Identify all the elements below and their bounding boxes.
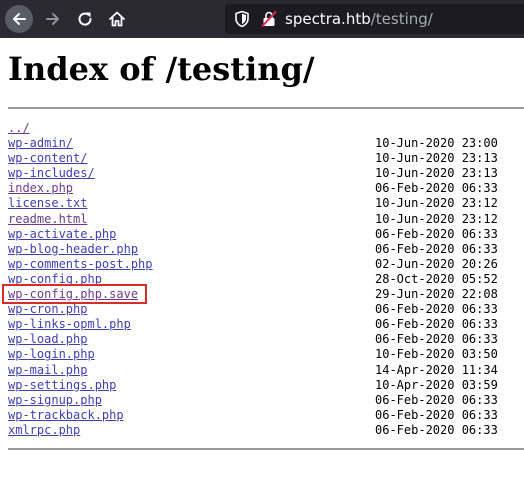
file-link[interactable]: wp-settings.php: [8, 378, 116, 392]
file-date: 10-Jun-2020 23:00: [375, 136, 498, 151]
file-date: 10-Jun-2020 23:12: [375, 211, 498, 226]
file-date: 10-Jun-2020 23:13: [375, 151, 498, 166]
file-date: 06-Feb-2020 06:33: [375, 181, 498, 196]
file-row: ../: [8, 121, 524, 136]
arrow-left-icon: [13, 13, 26, 25]
file-row: xmlrpc.php 06-Feb-2020 06:33: [8, 423, 524, 438]
file-row: wp-admin/10-Jun-2020 23:00: [8, 136, 524, 151]
url-path: /testing/: [370, 10, 433, 28]
top-divider: [8, 107, 524, 109]
file-link[interactable]: wp-activate.php: [8, 227, 116, 241]
file-link[interactable]: wp-content/: [8, 151, 87, 165]
page-title: Index of /testing/: [8, 50, 315, 88]
reload-icon: [78, 12, 92, 26]
file-link[interactable]: xmlrpc.php: [8, 423, 80, 437]
file-row: wp-load.php 06-Feb-2020 06:33: [8, 332, 524, 347]
file-link[interactable]: wp-blog-header.php: [8, 242, 138, 256]
highlight-annotation: [2, 284, 147, 304]
file-link[interactable]: ../: [8, 121, 30, 135]
file-date: 10-Feb-2020 03:50: [375, 347, 498, 362]
file-row: wp-activate.php 06-Feb-2020 06:33: [8, 227, 524, 242]
file-row: license.txt 10-Jun-2020 23:12: [8, 196, 524, 211]
browser-toolbar: spectra.htb/testing/: [0, 0, 524, 38]
file-row: wp-cron.php 06-Feb-2020 06:33: [8, 302, 524, 317]
file-row: wp-settings.php 10-Apr-2020 03:59: [8, 378, 524, 393]
url-domain: spectra.htb: [285, 10, 371, 28]
file-link[interactable]: wp-load.php: [8, 332, 87, 346]
file-link[interactable]: license.txt: [8, 196, 87, 210]
back-button[interactable]: [5, 5, 33, 33]
url-text[interactable]: spectra.htb/testing/: [285, 10, 433, 28]
file-date: 06-Feb-2020 06:33: [375, 226, 498, 241]
file-date: 10-Jun-2020 23:12: [375, 196, 498, 211]
file-row: wp-trackback.php 06-Feb-2020 06:33: [8, 408, 524, 423]
bottom-divider: [8, 448, 524, 450]
forward-button[interactable]: [39, 5, 67, 33]
file-row: wp-signup.php 06-Feb-2020 06:33: [8, 393, 524, 408]
file-date: 29-Jun-2020 22:08: [375, 287, 498, 302]
file-row: wp-includes/10-Jun-2020 23:13: [8, 166, 524, 181]
file-date: 06-Feb-2020 06:33: [375, 407, 498, 422]
file-date: 06-Feb-2020 06:33: [375, 422, 498, 437]
file-date: 10-Jun-2020 23:13: [375, 166, 498, 181]
file-link[interactable]: wp-trackback.php: [8, 408, 124, 422]
file-link[interactable]: wp-includes/: [8, 166, 95, 180]
file-row: readme.html 10-Jun-2020 23:12: [8, 212, 524, 227]
file-row: index.php 06-Feb-2020 06:33: [8, 181, 524, 196]
file-link[interactable]: wp-signup.php: [8, 393, 102, 407]
file-listing: ../wp-admin/10-Jun-2020 23:00 wp-content/…: [8, 121, 524, 438]
reload-button[interactable]: [71, 5, 99, 33]
file-link[interactable]: wp-links-opml.php: [8, 317, 131, 331]
insecure-lock-icon[interactable]: [260, 10, 278, 28]
file-link[interactable]: wp-admin/: [8, 136, 73, 150]
file-date: 28-Oct-2020 05:52: [375, 271, 498, 286]
file-date: 06-Feb-2020 06:33: [375, 392, 498, 407]
file-link[interactable]: wp-comments-post.php: [8, 257, 153, 271]
file-date: 06-Feb-2020 06:33: [375, 317, 498, 332]
home-button[interactable]: [103, 5, 131, 33]
address-bar[interactable]: spectra.htb/testing/: [225, 4, 524, 34]
file-row: wp-links-opml.php 06-Feb-2020 06:33: [8, 317, 524, 332]
file-row: wp-content/10-Jun-2020 23:13: [8, 151, 524, 166]
file-date: 14-Apr-2020 11:34: [375, 362, 498, 377]
file-row: wp-blog-header.php 06-Feb-2020 06:33: [8, 242, 524, 257]
file-date: 10-Apr-2020 03:59: [375, 377, 498, 392]
arrow-right-icon: [46, 13, 59, 25]
file-link[interactable]: wp-cron.php: [8, 302, 87, 316]
file-row: wp-comments-post.php 02-Jun-2020 20:26: [8, 257, 524, 272]
file-row: wp-login.php 10-Feb-2020 03:50: [8, 347, 524, 362]
file-date: 06-Feb-2020 06:33: [375, 332, 498, 347]
home-icon: [109, 11, 125, 27]
file-link[interactable]: index.php: [8, 181, 73, 195]
file-date: 06-Feb-2020 06:33: [375, 302, 498, 317]
file-date: 06-Feb-2020 06:33: [375, 241, 498, 256]
file-link[interactable]: wp-mail.php: [8, 363, 87, 377]
file-row: wp-mail.php 14-Apr-2020 11:34: [8, 363, 524, 378]
file-link[interactable]: wp-login.php: [8, 347, 95, 361]
file-date: 02-Jun-2020 20:26: [375, 256, 498, 271]
file-link[interactable]: readme.html: [8, 212, 87, 226]
shield-icon[interactable]: [234, 10, 250, 28]
